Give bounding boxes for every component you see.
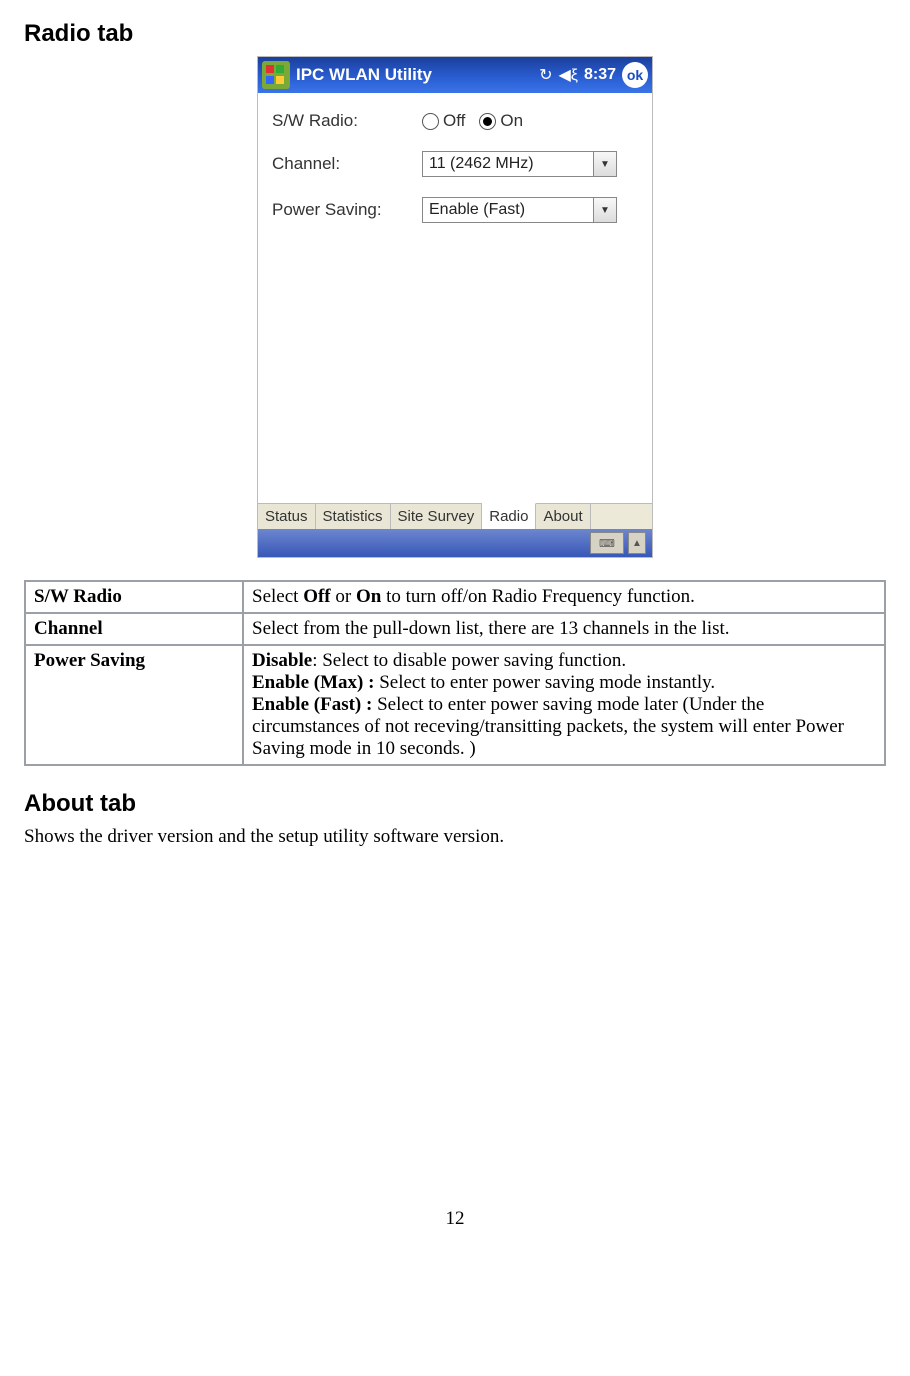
tabbar: Status Statistics Site Survey Radio Abou… xyxy=(258,503,652,529)
about-tab-heading: About tab xyxy=(24,790,886,818)
power-saving-dropdown[interactable]: Enable (Fast) ▼ xyxy=(422,197,617,223)
tab-about[interactable]: About xyxy=(536,504,590,529)
cell-sw-radio-key: S/W Radio xyxy=(25,581,243,613)
cell-power-val: Disable: Select to disable power saving … xyxy=(243,645,885,765)
bottombar: ⌨ ▲ xyxy=(258,529,652,557)
window-title: IPC WLAN Utility xyxy=(296,65,533,85)
radio-off-text: Off xyxy=(443,111,465,131)
channel-value: 11 (2462 MHz) xyxy=(423,155,593,173)
volume-icon[interactable]: ◀ξ xyxy=(559,65,578,85)
page-number: 12 xyxy=(24,1208,886,1230)
cell-channel-val: Select from the pull-down list, there ar… xyxy=(243,613,885,645)
titlebar: IPC WLAN Utility ↻ ◀ξ 8:37 ok xyxy=(258,57,652,93)
table-row: S/W Radio Select Off or On to turn off/o… xyxy=(25,581,885,613)
cell-power-key: Power Saving xyxy=(25,645,243,765)
device-screenshot: IPC WLAN Utility ↻ ◀ξ 8:37 ok S/W Radio:… xyxy=(257,56,653,558)
radio-on-circle[interactable] xyxy=(479,113,496,130)
radio-off-circle[interactable] xyxy=(422,113,439,130)
clock: 8:37 xyxy=(584,66,616,84)
radio-on-text: On xyxy=(500,111,523,131)
chevron-down-icon[interactable]: ▼ xyxy=(593,198,616,222)
chevron-down-icon[interactable]: ▼ xyxy=(593,152,616,176)
up-caret-icon[interactable]: ▲ xyxy=(628,532,646,554)
cell-channel-key: Channel xyxy=(25,613,243,645)
about-tab-text: Shows the driver version and the setup u… xyxy=(24,826,886,848)
sync-icon[interactable]: ↻ xyxy=(539,65,552,85)
tab-site-survey[interactable]: Site Survey xyxy=(391,504,483,529)
table-row: Channel Select from the pull-down list, … xyxy=(25,613,885,645)
tab-statistics[interactable]: Statistics xyxy=(316,504,391,529)
spec-table: S/W Radio Select Off or On to turn off/o… xyxy=(24,580,886,766)
start-icon[interactable] xyxy=(262,61,290,89)
cell-sw-radio-val: Select Off or On to turn off/on Radio Fr… xyxy=(243,581,885,613)
radio-on-option[interactable]: On xyxy=(479,111,523,131)
sw-radio-label: S/W Radio: xyxy=(272,111,422,131)
radio-off-option[interactable]: Off xyxy=(422,111,465,131)
channel-dropdown[interactable]: 11 (2462 MHz) ▼ xyxy=(422,151,617,177)
power-saving-label: Power Saving: xyxy=(272,200,422,220)
keyboard-icon[interactable]: ⌨ xyxy=(590,532,624,554)
power-saving-value: Enable (Fast) xyxy=(423,201,593,219)
channel-label: Channel: xyxy=(272,154,422,174)
tab-radio[interactable]: Radio xyxy=(482,503,536,529)
radio-tab-heading: Radio tab xyxy=(24,20,886,48)
tab-status[interactable]: Status xyxy=(258,504,316,529)
table-row: Power Saving Disable: Select to disable … xyxy=(25,645,885,765)
ok-button[interactable]: ok xyxy=(622,62,648,88)
